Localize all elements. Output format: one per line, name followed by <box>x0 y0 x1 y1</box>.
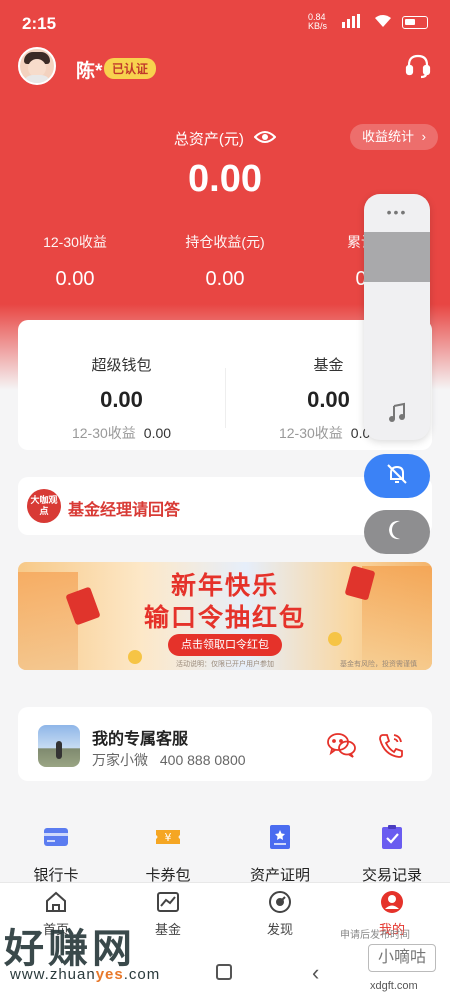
status-bar: 2:15 0.84 KB/s <box>0 0 450 44</box>
back-button[interactable]: ‹ <box>312 960 319 986</box>
super-wallet-amount: 0.00 <box>100 387 143 412</box>
verified-badge: 已认证 <box>104 58 157 79</box>
coin-graphic <box>128 650 142 664</box>
bell-off-icon <box>385 462 409 491</box>
fund-earnings-label: 12-30收益 <box>278 425 343 441</box>
status-icons: 0.84 KB/s <box>308 13 428 31</box>
super-wallet-earnings-label: 12-30收益 <box>71 425 136 441</box>
metric-label: 12-30收益 <box>43 234 107 250</box>
dedicated-service-card: 我的专属客服 万家小微 400 888 0800 <box>18 707 432 781</box>
claim-red-packet-button[interactable]: 点击领取口令红包 <box>168 634 282 656</box>
super-wallet-earnings: 12-30收益 0.00 <box>18 423 225 443</box>
metric-value: 0.00 <box>205 268 245 290</box>
certificate-icon <box>265 822 295 852</box>
moon-icon <box>385 518 409 547</box>
home-icon <box>43 889 69 915</box>
battery-icon <box>402 15 428 29</box>
volume-slider[interactable] <box>364 232 430 282</box>
mute-toggle[interactable] <box>364 454 430 498</box>
new-year-banner[interactable]: 新年快乐 输口令抽红包 点击领取口令红包 活动说明：仅限已开户用户参加 基金有风… <box>18 562 432 670</box>
metric-holding-earnings[interactable]: 持仓收益(元) 0.00 <box>150 232 300 291</box>
banner-subtitle: 输口令抽红包 <box>143 604 306 632</box>
watermark-url: www.zhuanyes.com <box>10 966 160 983</box>
dark-mode-toggle[interactable] <box>364 510 430 554</box>
super-wallet-earnings-value: 0.00 <box>143 425 172 441</box>
phone-icon[interactable] <box>376 731 408 759</box>
earnings-stats-label: 收益统计 <box>362 129 415 144</box>
watermark-badge: 小嘀咕 <box>368 944 436 972</box>
metric-daily-earnings[interactable]: 12-30收益 0.00 <box>0 232 150 291</box>
quick-action-coupons[interactable]: ¥ 卡券包 <box>112 822 224 885</box>
quick-action-trade-records[interactable]: 交易记录 <box>336 822 448 885</box>
chart-icon <box>155 889 181 915</box>
service-title: 我的专属客服 <box>92 731 189 748</box>
wifi-icon <box>374 14 392 31</box>
headset-icon[interactable] <box>404 52 432 80</box>
watermark-url-part: www.zhuan <box>10 966 96 983</box>
quick-action-bank-card[interactable]: 银行卡 <box>0 822 112 885</box>
watermark-tag: 申请后发布时间 <box>340 930 410 941</box>
music-note-icon[interactable] <box>386 402 408 429</box>
metric-value: 0.00 <box>55 268 95 290</box>
super-wallet-title: 超级钱包 <box>91 357 152 374</box>
recents-button[interactable] <box>216 964 232 980</box>
banner-title: 新年快乐 <box>170 572 279 600</box>
svg-text:¥: ¥ <box>165 831 172 844</box>
chevron-right-icon: › <box>421 129 426 144</box>
user-name[interactable]: 陈* <box>76 56 102 83</box>
tab-discover[interactable]: 发现 <box>224 889 336 938</box>
expert-view-logo: 大咖观点 <box>27 489 61 523</box>
avatar[interactable] <box>18 47 56 85</box>
fund-manager-qa-text: 基金经理请回答 <box>68 502 181 519</box>
floating-control-panel[interactable]: ••• <box>364 194 430 440</box>
watermark-url-highlight: yes <box>95 966 124 983</box>
trade-record-icon <box>377 822 407 852</box>
watermark-url-part: .com <box>123 966 161 983</box>
coupon-icon: ¥ <box>153 822 183 852</box>
total-assets-text: 总资产(元) <box>173 131 244 148</box>
wechat-icon[interactable] <box>326 731 358 759</box>
super-wallet-section[interactable]: 超级钱包 0.00 12-30收益 0.00 <box>18 320 225 450</box>
profile-icon <box>379 889 405 915</box>
service-agent-name: 万家小微 <box>92 752 148 768</box>
banner-risk-notice: 基金有风险，投资需谨慎 <box>340 661 417 668</box>
eye-icon[interactable] <box>253 130 277 148</box>
metric-label: 持仓收益(元) <box>185 234 265 250</box>
service-phone: 400 888 0800 <box>159 752 246 768</box>
watermark-url-right: xdgft.com <box>370 980 418 992</box>
status-time: 2:15 <box>22 14 57 33</box>
network-speed: 0.84 KB/s <box>308 12 328 31</box>
earnings-stats-button[interactable]: 收益统计 › <box>350 124 438 150</box>
bank-card-icon <box>41 822 71 852</box>
service-avatar <box>38 725 80 767</box>
discover-icon <box>267 889 293 915</box>
tab-label: 发现 <box>266 922 293 937</box>
more-icon[interactable]: ••• <box>364 204 430 220</box>
signal-icon <box>342 13 364 31</box>
banner-fine-print: 活动说明：仅限已开户用户参加 <box>176 661 274 668</box>
quick-action-asset-proof[interactable]: 资产证明 <box>224 822 336 885</box>
service-contact: 万家小微 400 888 0800 <box>92 750 246 770</box>
coin-graphic <box>328 632 342 646</box>
